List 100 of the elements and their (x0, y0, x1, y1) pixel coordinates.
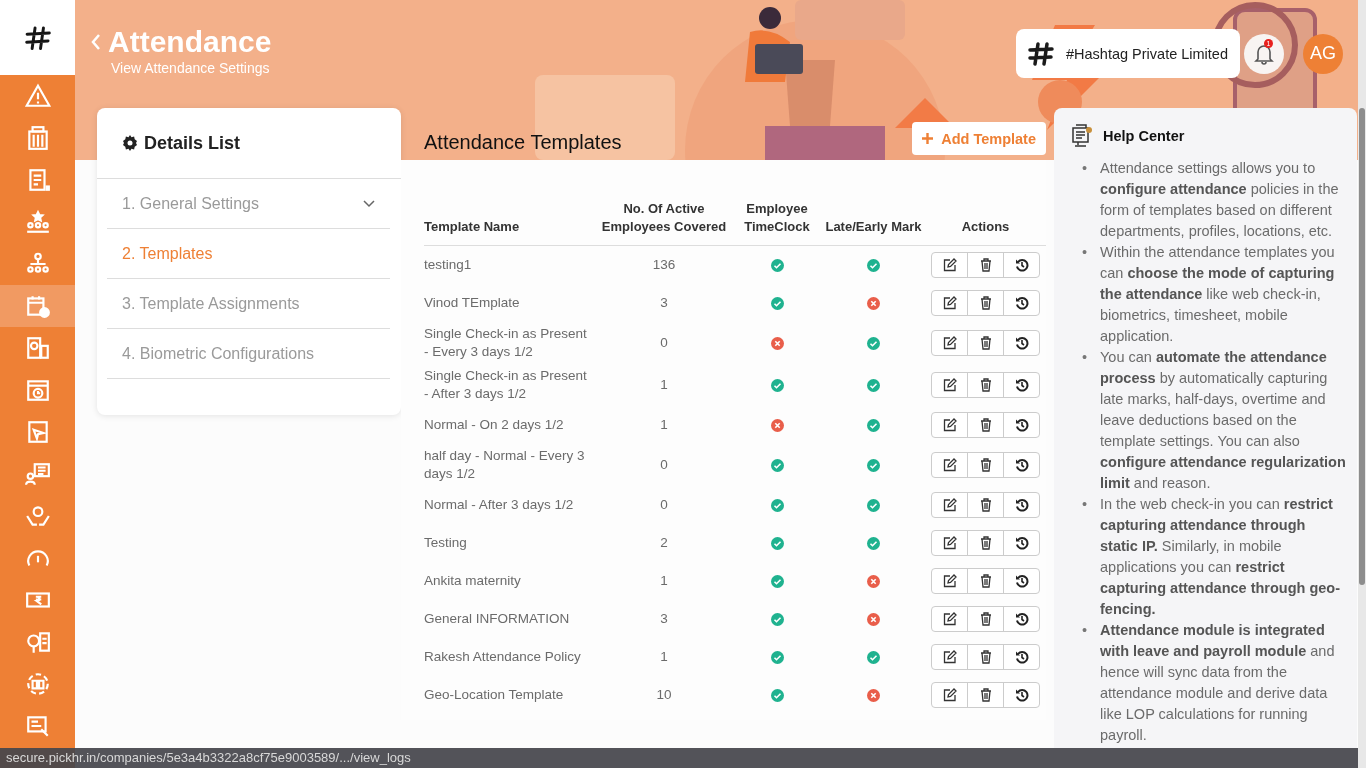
history-icon (1014, 378, 1029, 392)
employee-count-cell-text: 3 (659, 610, 669, 628)
add-template-button[interactable]: Add Template (912, 122, 1046, 155)
employee-count-cell-text: 2 (659, 534, 669, 552)
book-cycle-icon (24, 671, 51, 697)
trash-icon (979, 650, 992, 664)
help-text: You can automate the attendance process by automatically capturing late marks, half-days, overtime and leave deductions based on the template settings. You can also configure attendance regularization limit and reason. (1100, 348, 1347, 493)
bullet-marker: • (1082, 621, 1089, 640)
template-name-cell-text: half day - Normal - Every 3 days 1/2 (424, 447, 586, 483)
history-icon (1014, 536, 1029, 550)
help-text: In the web check-in you can restrict capturing attendance through static IP. Similarly, in mobile applications you can restrict capturing attendance through geo-fencing. (1100, 495, 1342, 619)
edit-icon (942, 612, 957, 626)
trash-icon (979, 258, 992, 272)
employee-count-cell-text: 3 (659, 294, 669, 312)
history-icon (1014, 458, 1029, 472)
history-icon (1014, 688, 1029, 702)
help-text: Attendance module is integrated with leave and payroll module and hence will sync data from the attendance module and derive data like LOP calculations for running payroll. (1100, 621, 1336, 745)
template-name-cell-text: General INFORMATION (424, 610, 571, 628)
trash-icon (979, 536, 992, 550)
trash-icon (979, 418, 992, 432)
trash-icon (979, 336, 992, 350)
bullet-marker: • (1082, 243, 1089, 262)
details-list-item[interactable]: 3. Template Assignments (107, 279, 390, 329)
bullet-marker: • (1082, 348, 1089, 367)
template-name-cell-text: Rakesh Attendance Policy (424, 648, 582, 666)
trash-icon (979, 296, 992, 310)
link-status-bar: secure.pickhr.in/companies/5e3a4b3322a8cf75e9003589/.../view_logs (0, 748, 1358, 768)
calendar-check-icon (24, 293, 51, 319)
column-header: No. Of Active Employees Covered (596, 200, 732, 246)
bullet-marker: • (1082, 495, 1089, 514)
trash-icon (979, 378, 992, 392)
edit-icon (942, 336, 957, 350)
employee-count-cell-text: 0 (659, 456, 669, 474)
column-header: Employee TimeClock (732, 200, 822, 246)
employee-count-cell-text: 136 (651, 256, 677, 274)
history-icon (1014, 296, 1029, 310)
hashtag-logo (1028, 41, 1054, 66)
template-name-cell-text: Single Check-in as Present - Every 3 days 1/2 (424, 325, 588, 361)
page-title: Attendance (108, 25, 272, 59)
template-name-cell-text: Testing (424, 534, 468, 552)
history-icon (1014, 498, 1029, 512)
template-name-cell-text: testing1 (424, 256, 473, 274)
edit-icon (942, 258, 957, 272)
checklist-icon (24, 461, 51, 487)
help-text: Within the attendance templates you can choose the mode of capturing the attendance like web check-in, biometrics, timesheet, mobile application. (1100, 243, 1336, 346)
employee-count-cell-text: 1 (659, 648, 669, 666)
history-icon (1014, 650, 1029, 664)
hashtag-logo (24, 24, 51, 51)
edit-icon (942, 498, 957, 512)
screen-document-icon (24, 713, 51, 739)
trash-icon (979, 574, 992, 588)
template-name-cell-text: Vinod TEmplate (424, 294, 521, 312)
history-icon (1014, 612, 1029, 626)
edit-icon (942, 418, 957, 432)
template-name-cell-text: Normal - After 3 days 1/2 (424, 496, 575, 514)
edit-icon (942, 458, 957, 472)
edit-icon (942, 536, 957, 550)
chevron-down-icon (363, 199, 375, 208)
hands-icon (24, 503, 51, 529)
details-list-item[interactable]: 4. Biometric Configurations (107, 329, 390, 379)
edit-icon (942, 688, 957, 702)
document-monitor-icon (1071, 124, 1093, 148)
scrollbar[interactable] (1358, 0, 1366, 768)
edit-icon (942, 650, 957, 664)
company-selector[interactable]: #Hashtag Private Limited (1016, 29, 1240, 78)
template-name-cell-text: Geo-Location Template (424, 686, 565, 704)
history-icon (1014, 574, 1029, 588)
column-header: Late/Early Mark (822, 200, 925, 246)
scrollbar-thumb[interactable] (1359, 108, 1365, 585)
employee-count-cell-text: 0 (659, 334, 669, 352)
history-icon (1014, 418, 1029, 432)
edit-icon (942, 296, 957, 310)
trash-icon (979, 612, 992, 626)
panel-title: Help Center (1103, 128, 1185, 144)
calendar-clock-icon (24, 377, 51, 403)
history-icon (1014, 336, 1029, 350)
warning-icon (24, 83, 51, 109)
employee-count-cell-text: 1 (659, 376, 669, 394)
employee-count-cell-text: 1 (659, 572, 669, 590)
gear-icon (122, 135, 138, 151)
edit-icon (942, 574, 957, 588)
chart-document-icon (24, 629, 51, 655)
employee-count-cell-text: 10 (655, 686, 673, 704)
details-list-item[interactable]: 2. Templates (107, 229, 390, 279)
history-icon (1014, 258, 1029, 272)
people-star-icon (24, 209, 51, 235)
trash-icon (979, 498, 992, 512)
employee-count-cell-text: 1 (659, 416, 669, 434)
column-header: Template Name (424, 200, 596, 246)
card-title: Details List (144, 132, 241, 154)
employee-count-cell-text: 0 (659, 496, 669, 514)
section-title: Attendance Templates (424, 131, 622, 154)
page-subtitle: View Attendance Settings (111, 60, 271, 76)
plus-icon (922, 133, 934, 144)
column-header: Actions (925, 200, 1046, 246)
template-name-cell-text: Normal - On 2 days 1/2 (424, 416, 565, 434)
report-icon (24, 335, 51, 361)
help-text: Attendance settings allows you to configure attendance policies in the form of templates based on different departments, profiles, locations, etc. (1100, 159, 1340, 241)
template-name-cell-text: Ankita maternity (424, 572, 522, 590)
details-list-item[interactable]: 1. General Settings (107, 179, 390, 229)
